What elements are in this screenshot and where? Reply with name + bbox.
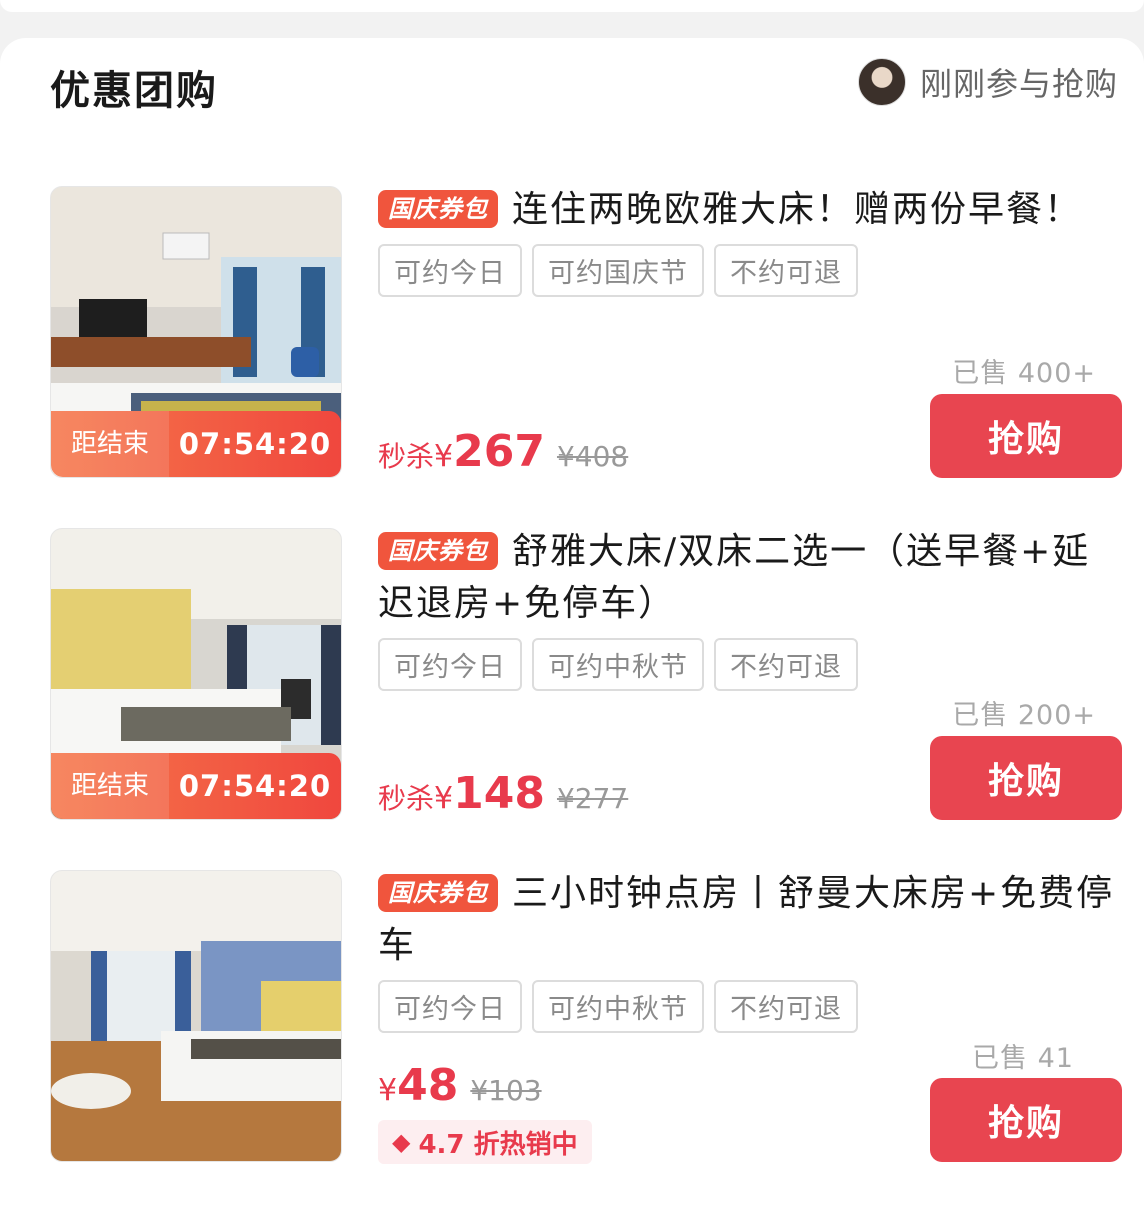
recent-activity: 刚刚参与抢购 <box>857 58 1118 106</box>
tag-icon: ◆ <box>392 1128 411 1156</box>
previous-card-edge <box>0 0 1144 12</box>
deal-price: 148 <box>453 768 545 819</box>
countdown-bar: 距结束 07:54:20 <box>51 411 341 477</box>
booking-tag: 可约今日 <box>378 244 522 297</box>
hotel-room-photo <box>51 871 341 1161</box>
deal-price: 48 <box>397 1060 459 1111</box>
currency-symbol: ¥ <box>434 781 454 816</box>
booking-tag: 不约可退 <box>714 638 858 691</box>
booking-tags: 可约今日 可约中秋节 不约可退 <box>378 980 1122 1033</box>
booking-tag: 可约国庆节 <box>532 244 704 297</box>
price-row: 秒杀 ¥ 148 ¥277 <box>378 768 628 819</box>
buy-button[interactable]: 抢购 <box>930 394 1122 478</box>
promo-tag: 国庆券包 <box>378 532 498 570</box>
booking-tag: 可约今日 <box>378 980 522 1033</box>
deal-price: 267 <box>453 426 545 477</box>
original-price: ¥103 <box>470 1074 542 1107</box>
countdown-time: 07:54:20 <box>178 427 332 461</box>
deal-image[interactable] <box>50 870 342 1162</box>
booking-tag: 可约今日 <box>378 638 522 691</box>
deal-content: 国庆券包 连住两晚欧雅大床！赠两份早餐！ 可约今日 可约国庆节 不约可退 已售 4… <box>378 186 1122 478</box>
buy-button[interactable]: 抢购 <box>930 736 1122 820</box>
currency-symbol: ¥ <box>378 1073 398 1108</box>
original-price: ¥408 <box>556 440 629 473</box>
booking-tags: 可约今日 可约中秋节 不约可退 <box>378 638 1122 691</box>
sold-count: 已售 200+ <box>952 700 1096 731</box>
booking-tag: 可约中秋节 <box>532 980 704 1033</box>
price-row: 秒杀 ¥ 267 ¥408 <box>378 426 628 477</box>
seckill-label: 秒杀 <box>378 440 435 473</box>
countdown-label: 距结束 <box>51 411 169 477</box>
booking-tags: 可约今日 可约国庆节 不约可退 <box>378 244 1122 297</box>
section-title: 优惠团购 <box>50 68 218 114</box>
countdown-label: 距结束 <box>51 753 169 819</box>
countdown-bar: 距结束 07:54:20 <box>51 753 341 819</box>
deal-title[interactable]: 国庆券包 连住两晚欧雅大床！赠两份早餐！ <box>378 184 1122 236</box>
countdown-time: 07:54:20 <box>178 769 332 803</box>
deal-title[interactable]: 国庆券包 三小时钟点房丨舒曼大床房+免费停车 <box>378 868 1122 972</box>
buy-button[interactable]: 抢购 <box>930 1078 1122 1162</box>
sold-count: 已售 41 <box>972 1043 1074 1074</box>
user-avatar <box>857 58 906 106</box>
booking-tag: 可约中秋节 <box>532 638 704 691</box>
price-row: ¥ 48 ¥103 <box>378 1060 542 1111</box>
deal-image[interactable]: 距结束 07:54:20 <box>50 186 342 478</box>
booking-tag: 不约可退 <box>714 244 858 297</box>
seckill-label: 秒杀 <box>378 782 435 815</box>
discount-text: 4.7 折热销中 <box>418 1129 578 1160</box>
deal-content: 国庆券包 舒雅大床/双床二选一（送早餐+延迟退房+免停车） 可约今日 可约中秋节 … <box>378 528 1122 820</box>
recent-activity-text: 刚刚参与抢购 <box>919 65 1118 103</box>
deal-title[interactable]: 国庆券包 舒雅大床/双床二选一（送早餐+延迟退房+免停车） <box>378 526 1122 630</box>
deal-item[interactable]: 国庆券包 三小时钟点房丨舒曼大床房+免费停车 可约今日 可约中秋节 不约可退 已售… <box>50 868 1122 1164</box>
discount-badge: ◆ 4.7 折热销中 <box>378 1120 592 1164</box>
original-price: ¥277 <box>556 782 629 815</box>
currency-symbol: ¥ <box>434 439 454 474</box>
promo-tag: 国庆券包 <box>378 874 498 912</box>
booking-tag: 不约可退 <box>714 980 858 1033</box>
deal-title-text: 连住两晚欧雅大床！赠两份早餐！ <box>512 189 1083 230</box>
deal-image[interactable]: 距结束 07:54:20 <box>50 528 342 820</box>
deal-content: 国庆券包 三小时钟点房丨舒曼大床房+免费停车 可约今日 可约中秋节 不约可退 已售… <box>378 868 1122 1164</box>
deal-item[interactable]: 距结束 07:54:20 国庆券包 舒雅大床/双床二选一（送早餐+延迟退房+免停车… <box>50 528 1122 820</box>
deal-item[interactable]: 距结束 07:54:20 国庆券包 连住两晚欧雅大床！赠两份早餐！ 可约今日 可约… <box>50 186 1122 478</box>
promo-tag: 国庆券包 <box>378 190 498 228</box>
sold-count: 已售 400+ <box>952 358 1096 389</box>
